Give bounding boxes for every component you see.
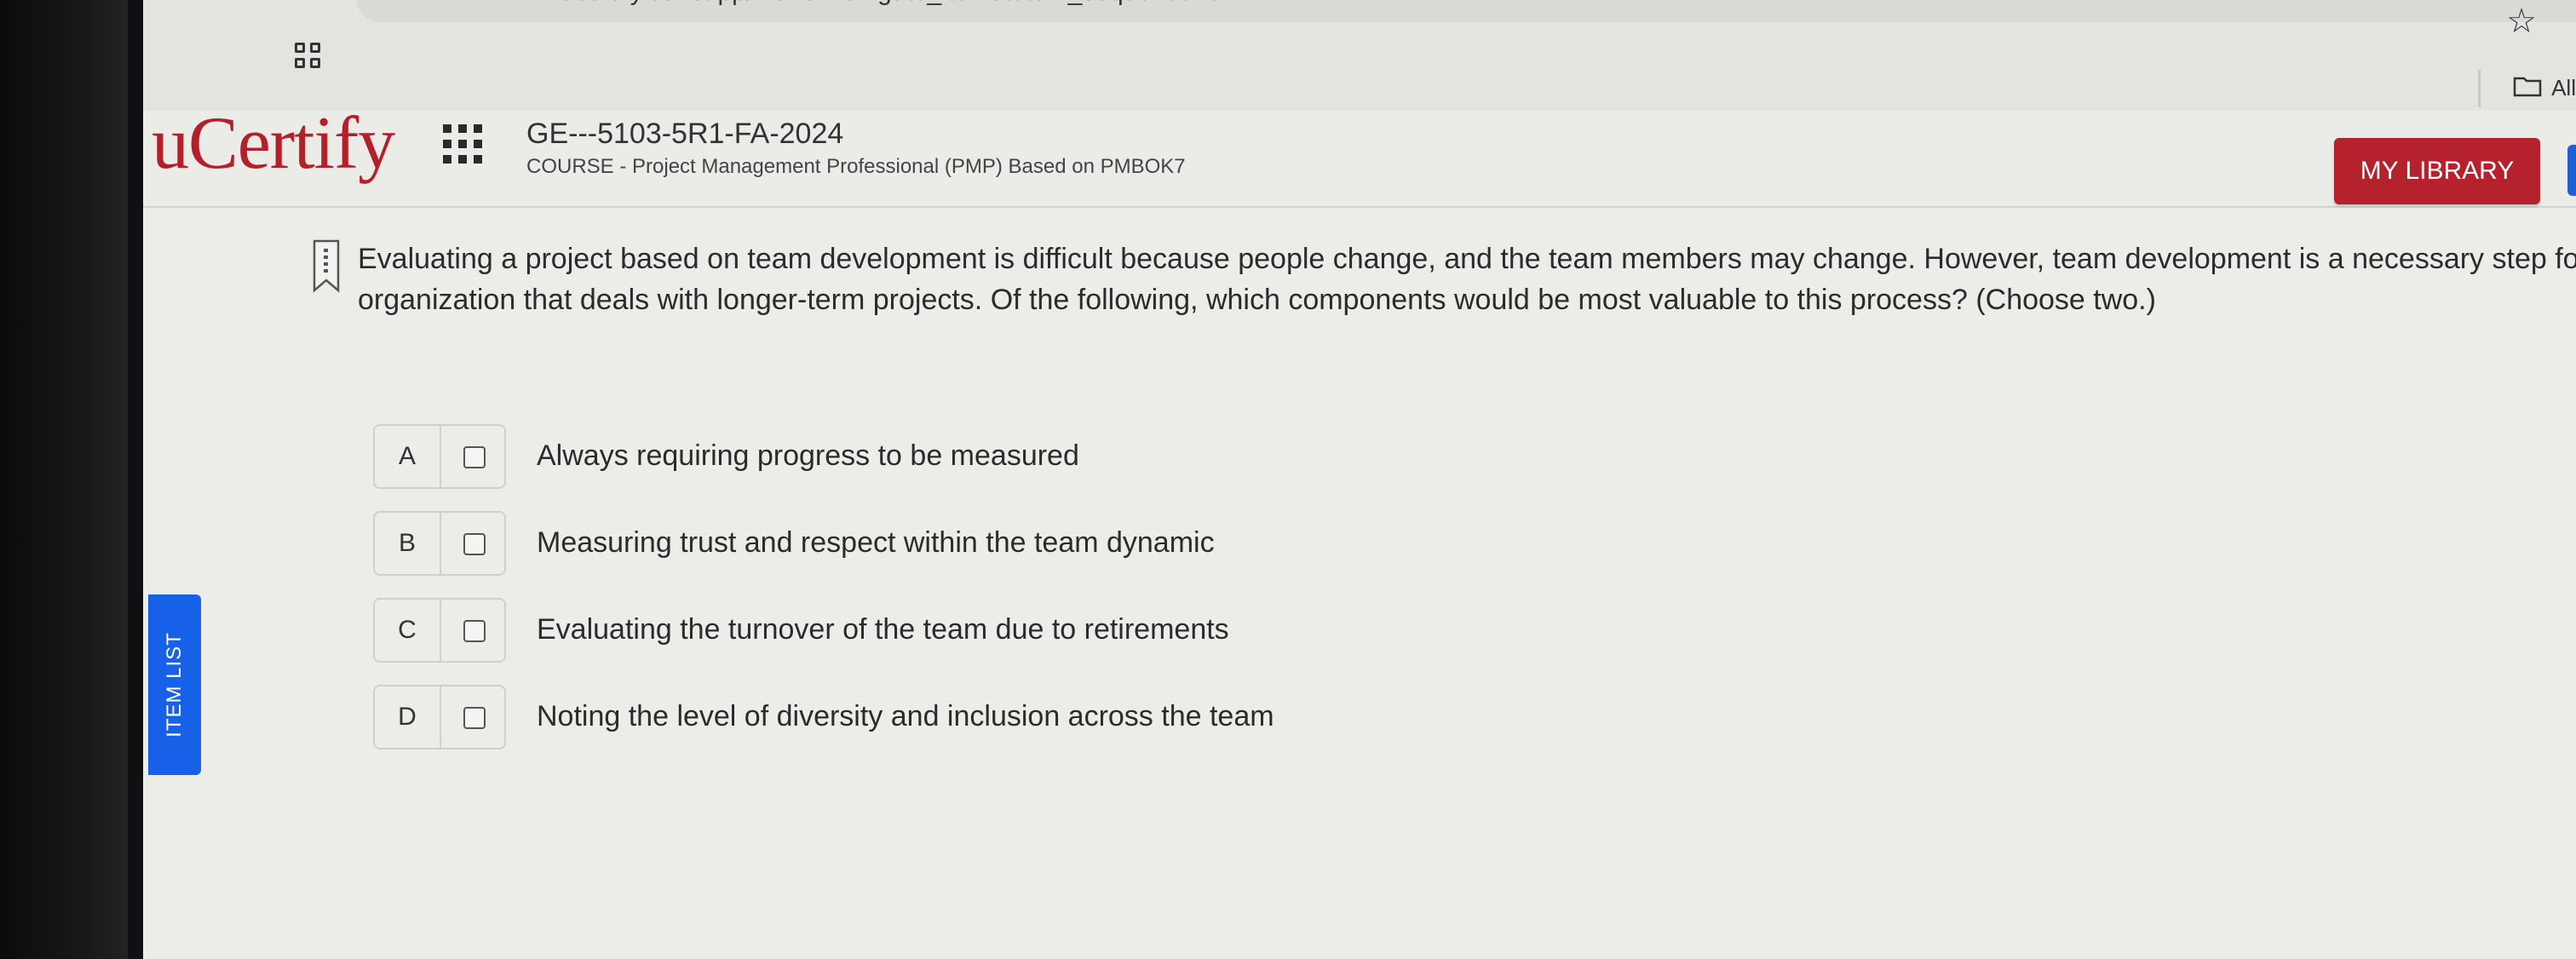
course-title: COURSE - Project Management Professional… [526,155,1186,178]
apps-grid-icon[interactable] [295,43,324,72]
app-header: uCertify GE---5103-5R1-FA-2024 COURSE - … [143,102,2576,208]
option-a-box[interactable]: A [373,424,506,489]
app-viewport: uCertify GE---5103-5R1-FA-2024 COURSE - … [143,102,2576,959]
my-library-button[interactable]: MY LIBRARY [2334,138,2540,204]
item-list-tab[interactable]: ITEM LIST [148,594,201,775]
all-bookmarks-label[interactable]: All [2551,75,2576,101]
option-d-checkbox[interactable] [463,707,486,729]
browser-chrome: ucertify.com/app/?func=navigate_items&it… [143,0,2576,111]
option-c-letter: C [375,600,441,661]
option-d-box[interactable]: D [373,685,506,749]
course-code: GE---5103-5R1-FA-2024 [526,118,844,150]
question-bookmark-icon[interactable] [312,238,341,295]
option-a-letter: A [375,426,441,487]
profile-button-edge[interactable] [2567,145,2576,196]
address-bar-url: ucertify.com/app/?func=navigate_items&it… [561,0,1236,7]
option-d-text[interactable]: Noting the level of diversity and inclus… [537,700,1274,733]
option-c-text[interactable]: Evaluating the turnover of the team due … [537,613,1229,646]
option-c-checkbox[interactable] [463,620,486,642]
bookmarks-divider [2478,70,2481,107]
option-c-box[interactable]: C [373,598,506,663]
option-a-text[interactable]: Always requiring progress to be measured [537,439,1079,473]
folder-icon[interactable] [2513,75,2542,97]
option-a-checkbox[interactable] [463,446,486,468]
option-d-letter: D [375,686,441,748]
course-menu-icon[interactable] [443,124,482,164]
item-list-label: ITEM LIST [163,632,186,738]
option-b-text[interactable]: Measuring trust and respect within the t… [537,526,1215,560]
option-b-checkbox[interactable] [463,533,486,555]
ucertify-logo[interactable]: uCertify [152,100,395,187]
bookmark-star-icon[interactable]: ☆ [2506,2,2537,41]
question-text: Evaluating a project based on team devel… [358,243,2576,316]
option-b-box[interactable]: B [373,511,506,576]
option-b-letter: B [375,513,441,574]
